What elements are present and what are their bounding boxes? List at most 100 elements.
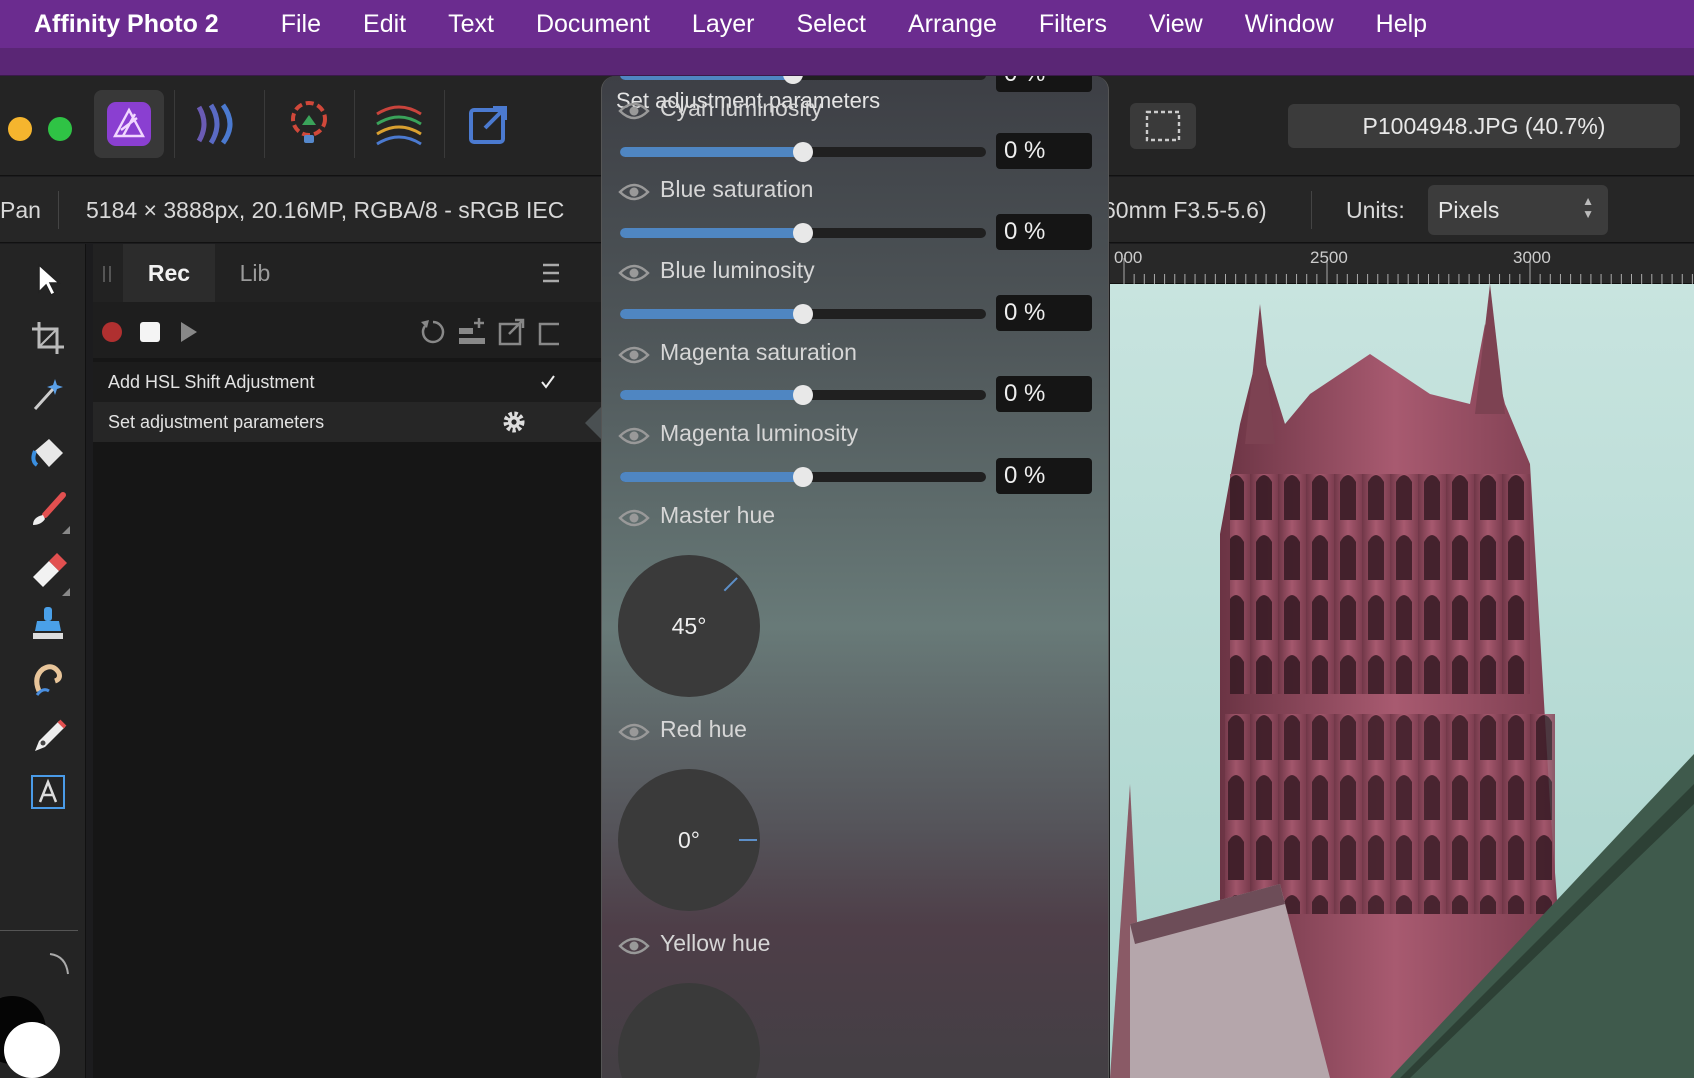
play-button[interactable] (179, 320, 199, 344)
export-persona-button[interactable] (454, 90, 524, 158)
partial-slider-track[interactable] (620, 76, 986, 80)
flood-fill-tool[interactable] (26, 432, 70, 476)
horizontal-ruler[interactable]: 000 2500 3000 (1110, 244, 1694, 284)
slider-knob[interactable] (793, 467, 813, 487)
panel-menu-icon[interactable] (541, 262, 561, 284)
visibility-toggle[interactable] (618, 426, 650, 446)
menu-help[interactable]: Help (1376, 10, 1427, 39)
ruler-label: 2500 (1310, 248, 1348, 267)
visibility-toggle[interactable] (618, 722, 650, 742)
macro-panel: Rec Lib Add HSL Shift Adjustment Set adj… (93, 244, 603, 1078)
smudge-brush-tool[interactable] (26, 658, 70, 702)
hue-dial[interactable]: 0° (618, 769, 760, 911)
menu-window[interactable]: Window (1245, 10, 1334, 39)
menu-filters[interactable]: Filters (1039, 10, 1107, 39)
document-info: 5184 × 3888px, 20.16MP, RGBA/8 - sRGB IE… (86, 197, 565, 223)
tab-library[interactable]: Lib (215, 244, 295, 302)
finger-smudge-icon (34, 664, 62, 696)
pen-tool[interactable] (26, 714, 70, 758)
eye-icon (618, 427, 650, 445)
checkmark-icon[interactable] (541, 374, 555, 390)
eye-icon (618, 264, 650, 282)
document-canvas[interactable] (1110, 284, 1694, 1078)
move-tool[interactable] (26, 258, 70, 302)
erase-brush-tool[interactable] (26, 548, 70, 592)
visibility-toggle[interactable] (618, 345, 650, 365)
menu-arrange[interactable]: Arrange (908, 10, 997, 39)
paint-brush-icon (33, 492, 66, 525)
slider-knob[interactable] (793, 385, 813, 405)
slider-label: Magenta luminosity (660, 420, 859, 446)
menu-edit[interactable]: Edit (363, 10, 406, 39)
partial-value-text: 0 % (1004, 76, 1045, 88)
crop-tool[interactable] (26, 316, 70, 360)
ruler-label: 000 (1114, 248, 1143, 267)
menu-text[interactable]: Text (448, 10, 494, 39)
app-menu[interactable]: Affinity Photo 2 (34, 10, 219, 39)
pen-nib-icon (35, 719, 67, 751)
text-tool-icon (31, 775, 65, 809)
partial-slider-knob[interactable] (783, 76, 803, 84)
menu-file[interactable]: File (281, 10, 321, 39)
add-step-icon[interactable] (457, 316, 489, 346)
photo-persona-button[interactable] (94, 90, 164, 158)
slider-knob[interactable] (793, 223, 813, 243)
menu-document[interactable]: Document (536, 10, 650, 39)
cathedral-photo (1110, 284, 1694, 1078)
clone-brush-tool[interactable] (26, 602, 70, 646)
undo-step-icon[interactable] (419, 318, 447, 346)
visibility-toggle[interactable] (618, 508, 650, 528)
menu-strip (0, 48, 1694, 76)
dial-value: 0° (678, 826, 700, 853)
menu-select[interactable]: Select (796, 10, 865, 39)
menu-view[interactable]: View (1149, 10, 1203, 39)
visibility-toggle[interactable] (618, 936, 650, 956)
liquify-persona-button[interactable] (184, 90, 254, 158)
marquee-selection-icon (1145, 110, 1181, 142)
slider-knob[interactable] (793, 304, 813, 324)
macro-step[interactable]: Add HSL Shift Adjustment (93, 362, 603, 402)
slider-value-field[interactable]: 0 % (996, 376, 1092, 412)
panel-tabs: Rec Lib (93, 244, 603, 302)
units-select[interactable]: Pixels ▲ ▼ (1428, 185, 1608, 235)
slider-value-field[interactable]: 0 % (996, 295, 1092, 331)
export-macro-icon[interactable] (497, 316, 527, 346)
hue-dial[interactable]: 45° (618, 555, 760, 697)
eye-icon (618, 509, 650, 527)
marquee-selection-button[interactable] (1130, 103, 1196, 149)
magic-wand-icon (33, 379, 63, 411)
stop-button[interactable] (140, 322, 160, 342)
recorder-controls (93, 302, 603, 358)
slider-value-field[interactable]: 0 % (996, 133, 1092, 169)
tone-mapping-persona-button[interactable] (364, 90, 434, 158)
record-button[interactable] (102, 322, 122, 342)
artistic-text-tool[interactable] (26, 770, 70, 814)
export-persona-icon (469, 106, 507, 144)
eye-icon (618, 183, 650, 201)
partial-value-field[interactable]: 0 % (996, 76, 1092, 92)
slider-value-field[interactable]: 0 % (996, 458, 1092, 494)
panel-grip-icon[interactable] (103, 266, 111, 282)
units-label: Units: (1346, 197, 1405, 223)
hue-dial[interactable] (618, 983, 760, 1078)
minimize-window-button[interactable] (8, 117, 32, 141)
ruler-ticks (1123, 258, 1693, 284)
zoom-window-button[interactable] (48, 117, 72, 141)
visibility-toggle[interactable] (618, 182, 650, 202)
macro-step-label: Add HSL Shift Adjustment (108, 371, 315, 392)
import-macro-icon[interactable] (537, 316, 561, 346)
visibility-toggle[interactable] (618, 263, 650, 283)
slider-knob[interactable] (793, 142, 813, 162)
primary-color-swatch[interactable] (0, 944, 90, 1078)
macro-step-selected[interactable]: Set adjustment parameters (93, 402, 603, 442)
gear-icon[interactable] (500, 408, 528, 436)
tab-record[interactable]: Rec (123, 244, 215, 302)
visibility-toggle[interactable] (618, 101, 650, 121)
tools-panel (0, 244, 86, 1078)
develop-persona-button[interactable] (274, 90, 344, 158)
selection-brush-tool[interactable] (26, 372, 70, 416)
slider-value-field[interactable]: 0 % (996, 214, 1092, 250)
eye-icon (618, 346, 650, 364)
menu-layer[interactable]: Layer (692, 10, 755, 39)
paint-bucket-icon (31, 439, 63, 467)
